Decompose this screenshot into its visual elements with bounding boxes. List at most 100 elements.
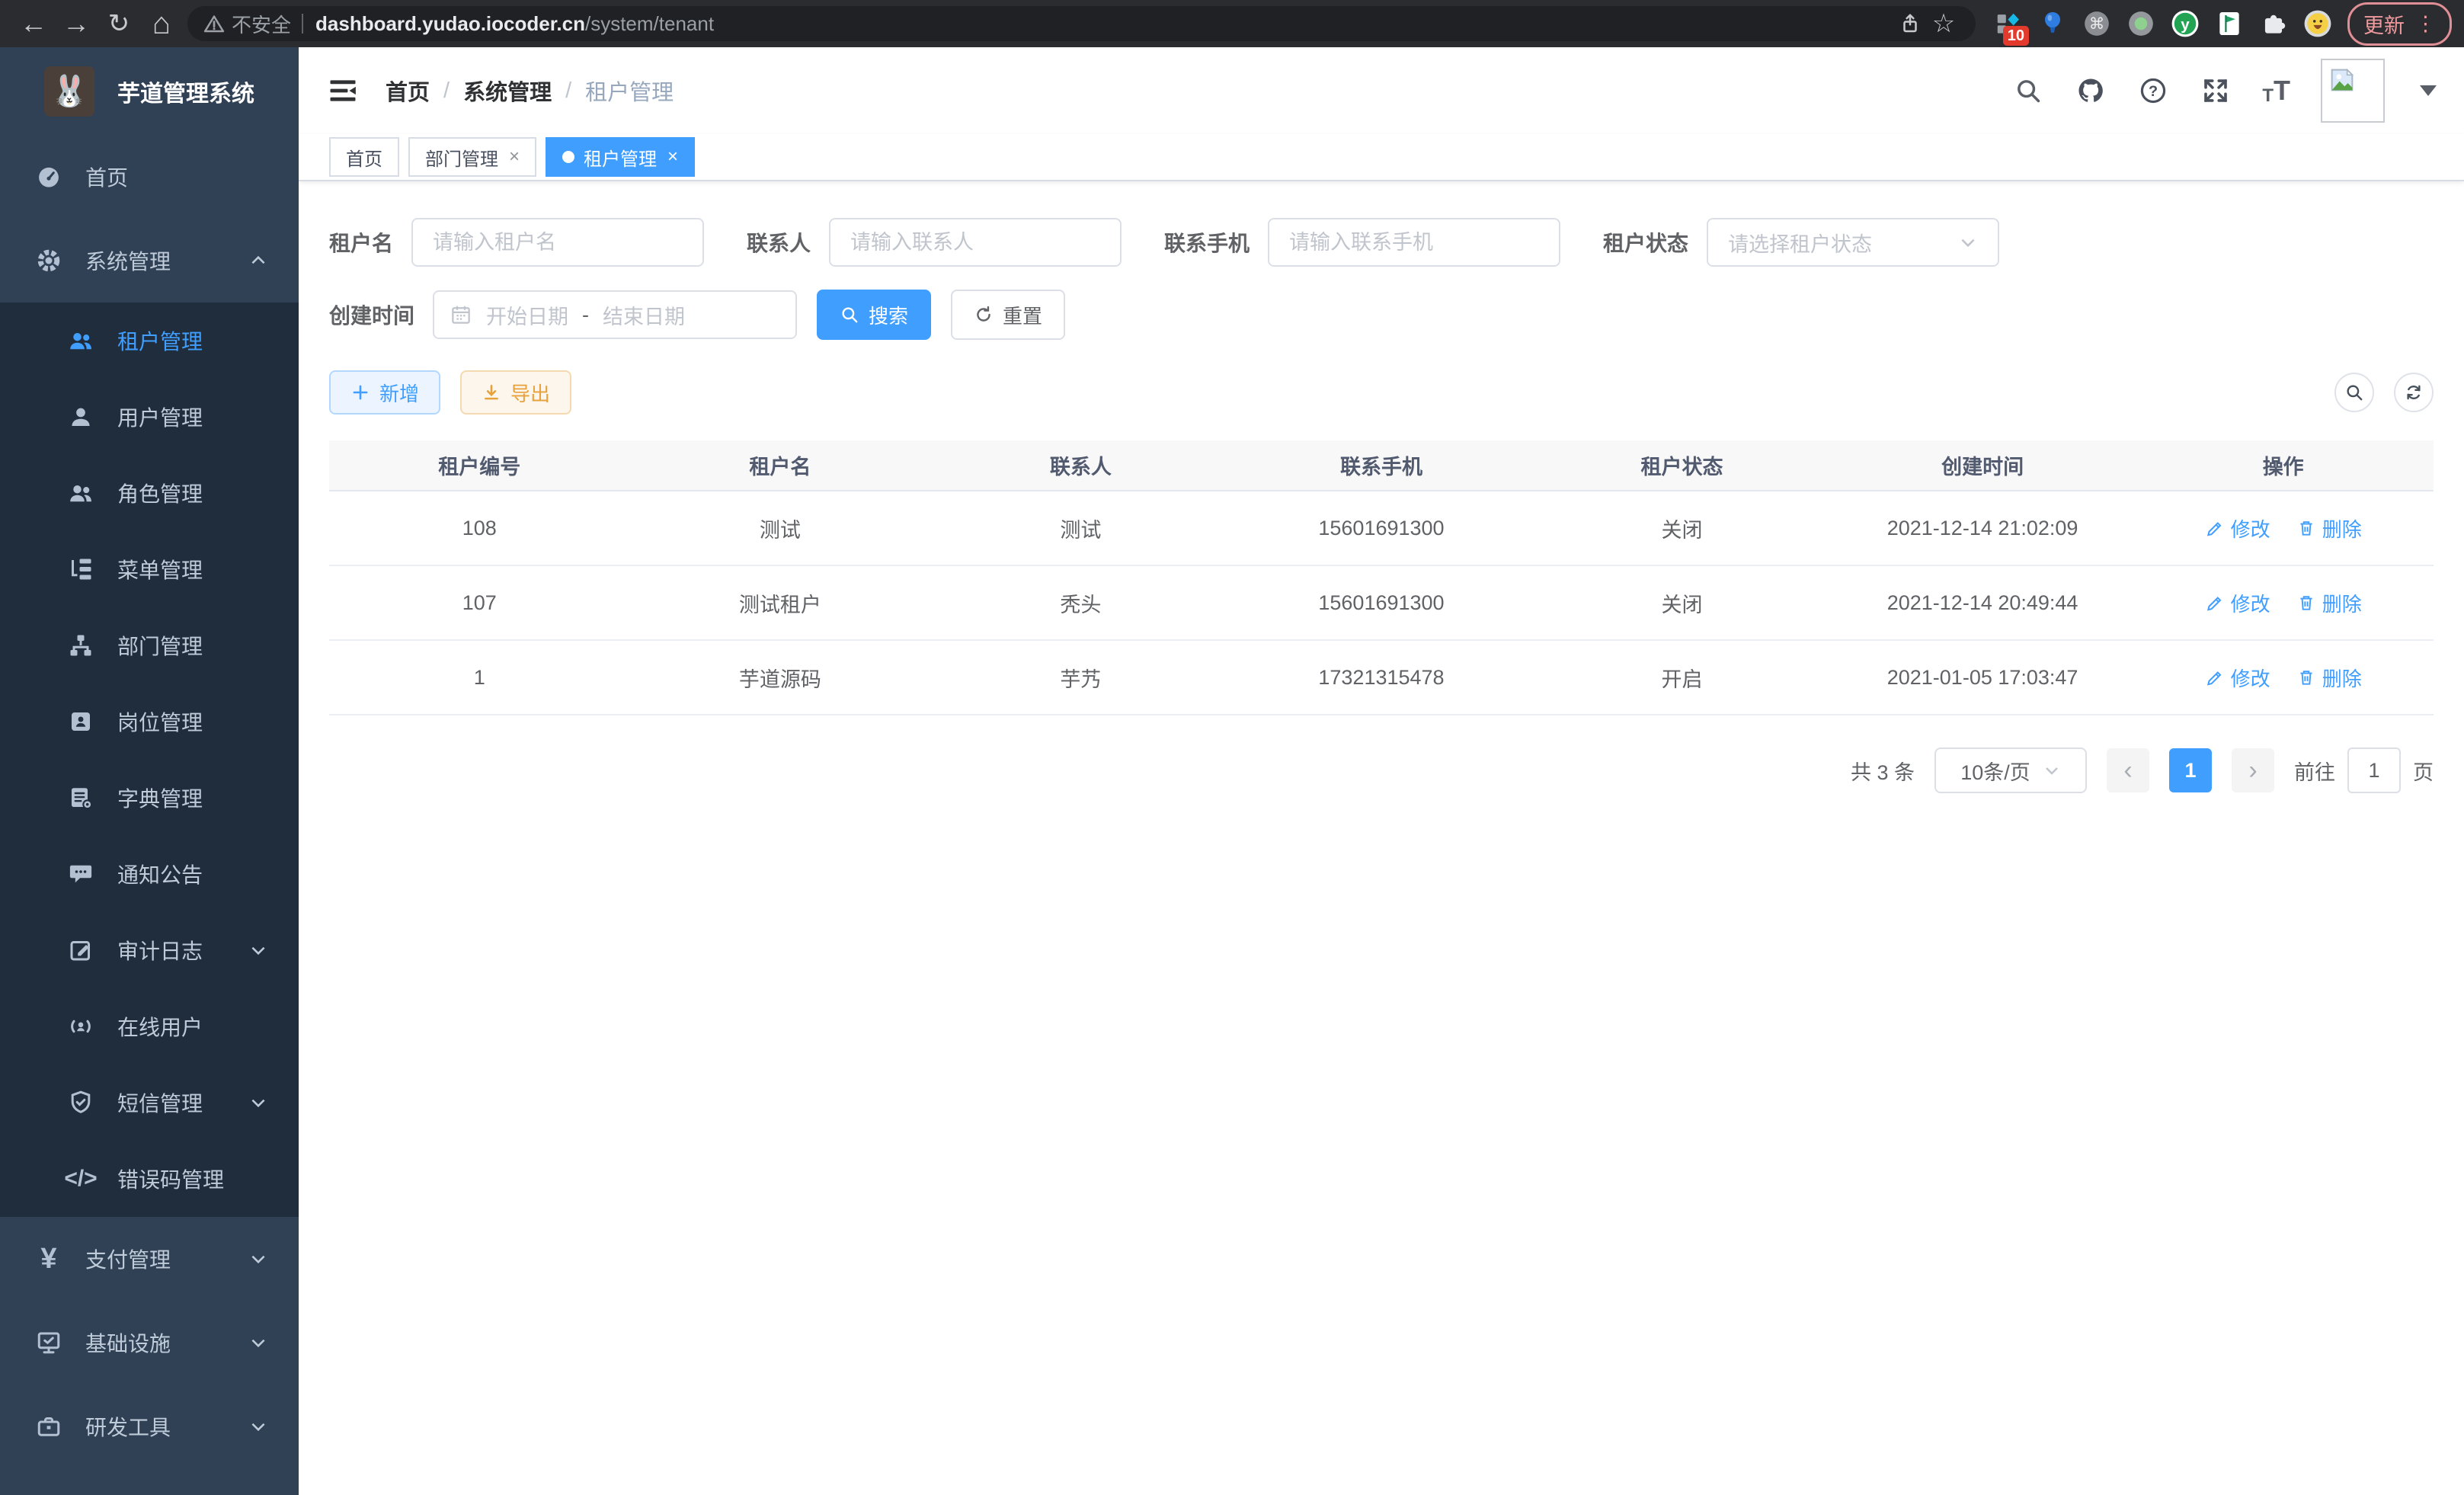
breadcrumb: 首页 / 系统管理 / 租户管理 (386, 75, 674, 107)
delete-button[interactable]: 删除 (2296, 514, 2362, 543)
contact-field[interactable] (850, 231, 1100, 255)
page-size-select[interactable]: 10条/页 (1934, 748, 2087, 793)
edit-label: 修改 (2231, 514, 2270, 543)
sidebar-item-tenant[interactable]: 租户管理 (0, 303, 299, 379)
table-row: 107 测试租户 秃头 15601691300 关闭 2021-12-14 20… (329, 565, 2434, 640)
extensions-puzzle-icon[interactable] (2251, 0, 2296, 47)
browser-forward-icon[interactable]: → (55, 0, 98, 47)
extension-capture-icon[interactable]: 10 (1986, 0, 2030, 47)
sidebar-item-label: 岗位管理 (117, 706, 203, 737)
extension-command-icon[interactable]: ⌘ (2075, 0, 2119, 47)
avatar-dropdown-caret[interactable] (2420, 85, 2437, 96)
add-button[interactable]: 新增 (329, 370, 440, 415)
header-search-icon[interactable] (2012, 75, 2044, 107)
sidebar-item-label: 字典管理 (117, 783, 203, 813)
breadcrumb-system[interactable]: 系统管理 (463, 75, 552, 107)
add-button-label: 新增 (379, 379, 419, 407)
extension-flag-icon[interactable] (2207, 0, 2251, 47)
prev-page-button[interactable]: ‹ (2107, 748, 2149, 792)
sidebar-collapse-icon[interactable] (326, 74, 360, 107)
chevron-down-icon (248, 940, 268, 960)
org-chart-icon (66, 630, 96, 661)
breadcrumb-separator: / (565, 78, 571, 104)
sidebar-item-user[interactable]: 用户管理 (0, 379, 299, 455)
sidebar-item-menu[interactable]: 菜单管理 (0, 531, 299, 607)
refresh-table-button[interactable] (2394, 373, 2434, 412)
edit-button[interactable]: 修改 (2205, 664, 2270, 692)
toggle-search-button[interactable] (2334, 373, 2374, 412)
tenant-name-input[interactable] (411, 218, 704, 267)
font-size-icon[interactable]: TT (2262, 75, 2290, 107)
next-page-button[interactable]: › (2232, 748, 2274, 792)
edit-button[interactable]: 修改 (2205, 589, 2270, 617)
cell-created: 2021-01-05 17:03:47 (1832, 640, 2133, 715)
sidebar-item-role[interactable]: 角色管理 (0, 455, 299, 531)
date-range-picker[interactable]: 开始日期 - 结束日期 (433, 290, 797, 339)
profile-avatar-icon[interactable] (2296, 0, 2340, 47)
browser-update-button[interactable]: 更新 ⋮ (2347, 2, 2452, 46)
delete-button[interactable]: 删除 (2296, 589, 2362, 617)
col-status: 租户状态 (1531, 440, 1832, 491)
create-time-label: 创建时间 (329, 299, 414, 330)
sidebar-item-payment[interactable]: ¥ 支付管理 (0, 1217, 299, 1301)
online-users-icon (66, 1011, 96, 1042)
sidebar-item-audit-log[interactable]: 审计日志 (0, 912, 299, 988)
sidebar-item-infrastructure[interactable]: 基础设施 (0, 1301, 299, 1385)
tab-tenant[interactable]: 租户管理 × (546, 137, 695, 177)
delete-button[interactable]: 删除 (2296, 664, 2362, 692)
sidebar-item-home[interactable]: 首页 (0, 135, 299, 219)
edit-button[interactable]: 修改 (2205, 514, 2270, 543)
tenant-name-field[interactable] (433, 231, 683, 255)
share-icon[interactable] (1893, 7, 1927, 40)
browser-reload-icon[interactable]: ↻ (98, 0, 140, 47)
sidebar-item-system[interactable]: 系统管理 (0, 219, 299, 303)
user-avatar[interactable] (2321, 59, 2385, 123)
browser-back-icon[interactable]: ← (12, 0, 55, 47)
status-select[interactable]: 请选择租户状态 (1707, 218, 1999, 267)
export-button[interactable]: 导出 (460, 370, 571, 415)
sidebar-item-online-users[interactable]: 在线用户 (0, 988, 299, 1064)
sidebar-logo[interactable]: 🐰 芋道管理系统 (0, 47, 299, 135)
address-bar[interactable]: 不安全 dashboard.yudao.iocoder.cn /system/t… (187, 6, 1976, 41)
sidebar-item-post[interactable]: 岗位管理 (0, 683, 299, 760)
github-icon[interactable] (2075, 75, 2107, 107)
cell-tenant-name: 测试租户 (630, 565, 931, 640)
close-icon[interactable]: × (509, 146, 520, 168)
goto-page-input[interactable] (2347, 748, 2401, 793)
sidebar-item-error-code[interactable]: </> 错误码管理 (0, 1141, 299, 1217)
tab-home[interactable]: 首页 (329, 137, 399, 177)
help-icon[interactable]: ? (2137, 75, 2169, 107)
error-code-icon: </> (66, 1164, 96, 1194)
search-button[interactable]: 搜索 (817, 290, 931, 340)
user-icon (66, 402, 96, 432)
breadcrumb-home[interactable]: 首页 (386, 75, 430, 107)
sidebar-item-sms[interactable]: 短信管理 (0, 1064, 299, 1141)
mobile-label: 联系手机 (1164, 227, 1250, 258)
sidebar-item-dev-tools[interactable]: 研发工具 (0, 1385, 299, 1468)
close-icon[interactable]: × (667, 146, 678, 168)
tab-dept[interactable]: 部门管理 × (408, 137, 536, 177)
svg-text:y: y (2181, 16, 2190, 34)
breadcrumb-separator: / (443, 78, 450, 104)
reset-button[interactable]: 重置 (951, 290, 1065, 340)
sidebar-item-dept[interactable]: 部门管理 (0, 607, 299, 683)
fullscreen-icon[interactable] (2200, 75, 2232, 107)
security-label[interactable]: 不安全 (232, 10, 291, 38)
bookmark-star-icon[interactable]: ☆ (1927, 7, 1960, 40)
sidebar-item-notice[interactable]: 通知公告 (0, 836, 299, 912)
sidebar-item-label: 角色管理 (117, 478, 203, 508)
extension-y-icon[interactable]: y (2163, 0, 2207, 47)
browser-menu-icon[interactable]: ⋮ (2415, 12, 2436, 36)
refresh-icon (2404, 383, 2424, 402)
browser-home-icon[interactable]: ⌂ (140, 0, 183, 47)
contact-input[interactable] (829, 218, 1122, 267)
search-icon (2344, 383, 2364, 402)
mobile-field[interactable] (1289, 231, 1539, 255)
sidebar-item-dict[interactable]: 字典管理 (0, 760, 299, 836)
mobile-input[interactable] (1268, 218, 1560, 267)
tenant-users-icon (66, 325, 96, 356)
delete-label: 删除 (2322, 514, 2362, 543)
extension-recorder-icon[interactable] (2119, 0, 2163, 47)
extension-balloon-icon[interactable] (2030, 0, 2075, 47)
page-number-1[interactable]: 1 (2169, 748, 2212, 792)
